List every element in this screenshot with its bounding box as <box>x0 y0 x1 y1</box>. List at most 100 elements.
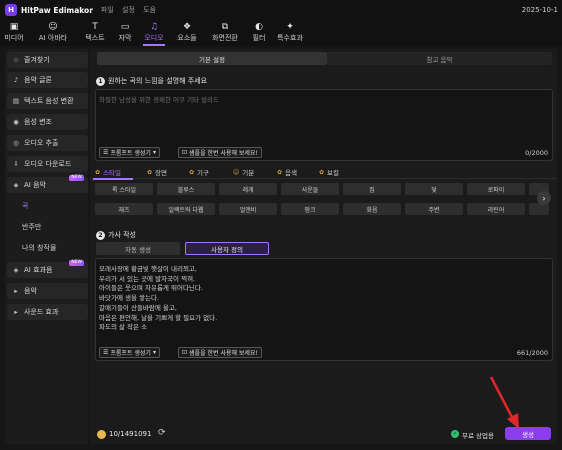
sidebar-item-favorites[interactable]: ☆ 즐겨찾기 <box>7 52 88 68</box>
coin-icon <box>97 430 106 439</box>
sidebar-item-tts[interactable]: ▤ 텍스트 음성 변환 <box>7 93 88 109</box>
tab-vocal[interactable]: ✿ 보컬 <box>319 167 339 178</box>
step-number: 1 <box>96 76 105 86</box>
genre-chip[interactable]: 블루스 <box>157 183 215 195</box>
sample-button[interactable]: ⊡ 샘플을 한번 사용해 보세요! <box>178 347 262 358</box>
tool-transition[interactable]: ⧉ 화면전환 <box>204 20 246 46</box>
genre-chip-partial[interactable] <box>529 203 549 215</box>
timbre-icon: ✿ <box>277 168 283 176</box>
genre-chip[interactable]: 라틴어 <box>467 203 525 215</box>
elements-icon: ❖ <box>182 22 192 32</box>
sidebar-item-audio-extract[interactable]: ◎ 오디오 추출 <box>7 135 88 151</box>
new-badge: NEW <box>69 175 84 181</box>
download-icon: ⇩ <box>13 160 19 168</box>
tool-ai-avatar[interactable]: ☺ AI 아바타 <box>28 20 78 46</box>
refresh-icon[interactable]: ⟳ <box>158 428 166 438</box>
sidebar-item-sound-effects[interactable]: ▸ 사운드 효과 <box>7 304 88 320</box>
tab-mood[interactable]: ☺ 기분 <box>233 167 254 178</box>
tab-reference-music[interactable]: 참고 음악 <box>327 52 552 65</box>
tab-style[interactable]: ✿ 스타일 <box>95 167 121 178</box>
genre-chip[interactable]: 화음 <box>343 203 401 215</box>
menu-bar: 파일 설정 도움 <box>101 5 162 15</box>
sidebar-item-ai-sfx[interactable]: ◈ AI 효과음 NEW <box>7 260 88 278</box>
step-number: 2 <box>96 230 105 240</box>
sidebar-item-my-creations[interactable]: 나의 창작물 <box>7 240 88 256</box>
genre-chip[interactable]: 일렉트릭 다웹 <box>157 203 215 215</box>
genre-chip[interactable]: 집 <box>343 183 401 195</box>
tool-elements[interactable]: ❖ 요소들 <box>170 20 204 46</box>
mood-icon: ☺ <box>233 168 240 176</box>
section1-heading: 1 원하는 곡의 느낌을 설명해 주세요 <box>96 76 207 86</box>
prompt-generator-button[interactable]: ☰ 프롬프트 생성기 ▾ <box>99 147 160 158</box>
sidebar-item-accompaniment[interactable]: 반주만 <box>7 219 88 235</box>
ai-sfx-icon: ◈ <box>13 266 19 274</box>
tab-basic-settings[interactable]: 기본 설정 <box>97 52 327 65</box>
text-icon: T <box>92 22 98 32</box>
genre-chip[interactable]: 로파이 <box>467 183 525 195</box>
sample-button[interactable]: ⊡ 샘플을 한번 사용해 보세요! <box>178 147 262 158</box>
tts-icon: ▤ <box>12 97 20 105</box>
instrument-icon: ✿ <box>189 168 195 176</box>
tab-instrument[interactable]: ✿ 기구 <box>189 167 209 178</box>
sidebar-item-music-clone[interactable]: ♪ 음악 글론 <box>7 72 88 88</box>
title-bar: H HitPaw Edimakor 파일 설정 도움 2025-10-1 <box>0 0 562 20</box>
tool-text[interactable]: T 텍스트 <box>78 20 112 46</box>
genre-chip[interactable]: 덫 <box>405 183 463 195</box>
effects-icon: ✦ <box>286 22 294 32</box>
char-counter: 0/2000 <box>525 149 548 157</box>
sidebar-item-ai-music[interactable]: ◈ AI 음악 NEW <box>7 175 88 193</box>
sidebar-item-audio-download[interactable]: ⇩ 오디오 다운로드 <box>7 156 88 172</box>
genre-chip[interactable]: 재즈 <box>95 203 153 215</box>
sidebar-item-music[interactable]: ▸ 음악 <box>7 283 88 299</box>
description-placeholder: 좌절한 남성을 위한 경쾌한 어쿠 기타 발라드 <box>99 96 220 104</box>
scene-icon: ✿ <box>147 168 153 176</box>
list-icon: ☰ <box>103 149 109 156</box>
genre-chip[interactable]: 록 스타일 <box>95 183 153 195</box>
list-icon: ☰ <box>103 349 109 356</box>
main-toolbar: ▣ 미디어 ☺ AI 아바타 T 텍스트 ▭ 자막 ♫ 오디오 ❖ 요소들 ⧉ 화면전환 ◐ 필… <box>0 20 562 46</box>
annotation-arrow-icon <box>489 376 519 429</box>
tool-audio[interactable]: ♫ 오디오 <box>138 20 170 46</box>
tool-effects[interactable]: ✦ 특수효과 <box>272 20 308 46</box>
filter-icon: ◐ <box>255 22 263 32</box>
lyrics-textarea[interactable]: 모래사장에 황금빛 햇살이 내리쬐고, 우리가 서 있는 곳에 발자국이 찍혀.… <box>95 258 553 361</box>
star-icon: ☆ <box>13 56 19 64</box>
menu-settings[interactable]: 설정 <box>122 6 135 14</box>
transition-icon: ⧉ <box>221 22 229 32</box>
tool-filter[interactable]: ◐ 필터 <box>246 20 272 46</box>
menu-file[interactable]: 파일 <box>101 6 114 14</box>
tab-timbre[interactable]: ✿ 음색 <box>277 167 297 178</box>
credits-counter: 10/1491091 <box>109 430 152 438</box>
description-textarea[interactable]: 좌절한 남성을 위한 경쾌한 어쿠 기타 발라드 ☰ 프롬프트 생성기 ▾ ⊡ 샘플을… <box>95 89 553 161</box>
new-badge: NEW <box>69 260 84 266</box>
sidebar-item-voice-changer[interactable]: ◉ 음성 변조 <box>7 114 88 130</box>
active-tab-indicator <box>93 178 133 180</box>
music-icon: ♪ <box>13 76 19 84</box>
tab-custom[interactable]: 사용자 정의 <box>185 242 269 255</box>
prompt-generator-button[interactable]: ☰ 프롬프트 생성기 ▾ <box>99 347 160 358</box>
genre-chip[interactable]: 주변 <box>405 203 463 215</box>
section2-heading: 2 가사 작성 <box>96 230 136 240</box>
ai-music-panel: 기본 설정 참고 음악 1 원하는 곡의 느낌을 설명해 주세요 좌절한 남성을 … <box>90 49 557 444</box>
date-label: 2025-10-1 <box>521 6 558 14</box>
char-counter: 661/2000 <box>516 349 548 357</box>
genre-chip[interactable]: 펑크 <box>281 203 339 215</box>
sidebar: ☆ 즐겨찾기 ♪ 음악 글론 ▤ 텍스트 음성 변환 ◉ 음성 변조 ◎ 오디오 추출 ⇩… <box>5 49 88 444</box>
chevron-down-icon: ▾ <box>152 349 156 356</box>
genre-chip[interactable]: 사운들 <box>281 183 339 195</box>
caret-right-icon: ▸ <box>14 308 18 316</box>
style-icon: ✿ <box>95 168 101 176</box>
voice-icon: ◉ <box>13 118 19 126</box>
tool-subtitle[interactable]: ▭ 자막 <box>112 20 138 46</box>
tool-media[interactable]: ▣ 미디어 <box>0 20 28 46</box>
menu-help[interactable]: 도움 <box>143 6 156 14</box>
genre-chip[interactable]: 레게 <box>219 183 277 195</box>
caret-right-icon: ▸ <box>14 287 18 295</box>
next-arrow-icon[interactable]: › <box>537 191 551 205</box>
tab-auto-generate[interactable]: 자동 생성 <box>96 242 180 255</box>
media-icon: ▣ <box>9 22 19 32</box>
sidebar-item-song[interactable]: 곡 <box>7 198 88 214</box>
genre-chip[interactable]: 얼앤비 <box>219 203 277 215</box>
tab-scene[interactable]: ✿ 장면 <box>147 167 167 178</box>
app-name: HitPaw Edimakor <box>21 5 93 15</box>
